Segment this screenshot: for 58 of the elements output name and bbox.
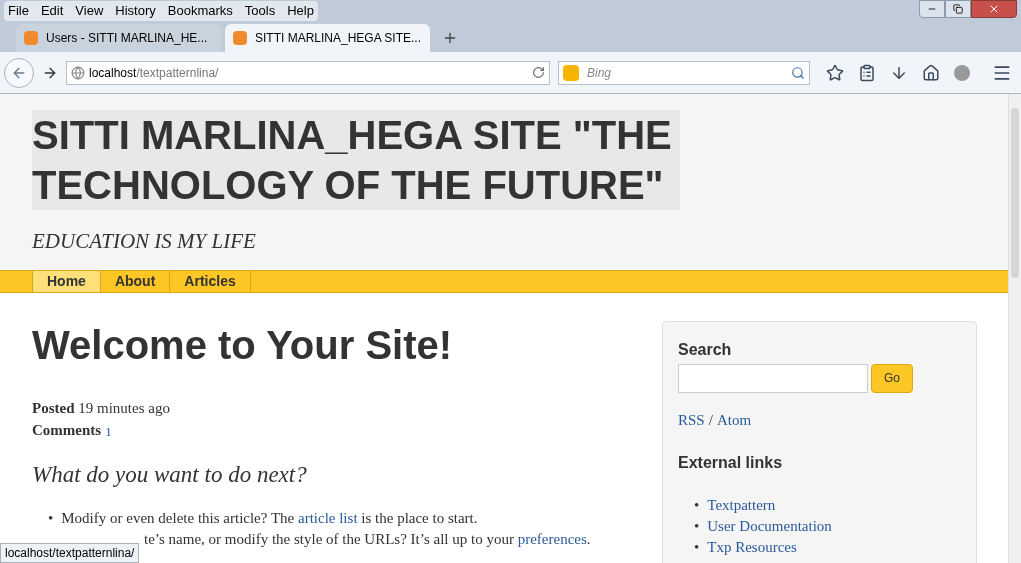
menu-item[interactable]: Help bbox=[287, 1, 314, 21]
new-tab-icon[interactable] bbox=[442, 30, 458, 46]
home-icon[interactable] bbox=[922, 63, 940, 82]
external-link[interactable]: Txp Resources bbox=[707, 537, 797, 558]
scrollbar[interactable] bbox=[1008, 94, 1021, 563]
rss-link[interactable]: RSS bbox=[678, 408, 705, 431]
comments-count-link[interactable]: 1 bbox=[105, 422, 112, 442]
separator-text: / bbox=[708, 410, 713, 430]
menu-item[interactable]: Tools bbox=[244, 1, 276, 21]
inline-link[interactable]: article list bbox=[298, 510, 358, 526]
article-heading: Welcome to Your Site! bbox=[32, 321, 454, 369]
external-link[interactable]: User Documentation bbox=[707, 516, 832, 537]
restore-icon bbox=[953, 4, 963, 14]
bullet-mark: • bbox=[694, 517, 700, 536]
tab-title: Users - SITTI MARLINA_HE... bbox=[46, 30, 208, 47]
menu-item[interactable]: Bookmarks bbox=[167, 1, 233, 21]
browser-tab[interactable]: Users - SITTI MARLINA_HE... bbox=[16, 24, 221, 52]
globe-icon bbox=[71, 65, 85, 80]
search-heading: Search bbox=[678, 339, 733, 360]
menu-item[interactable]: History bbox=[115, 1, 156, 21]
url-text: localhost/textpatternlina/ bbox=[89, 64, 220, 82]
search-field[interactable]: Bing bbox=[558, 60, 810, 85]
nav-link[interactable]: About bbox=[100, 270, 171, 292]
restore-button[interactable] bbox=[945, 0, 971, 18]
bullet-mark: • bbox=[48, 509, 54, 528]
list-item-text: te’s name, or modify the style of the URLs? It’s all up to your preferences. bbox=[144, 530, 591, 549]
close-icon bbox=[988, 3, 1000, 15]
search-icon[interactable] bbox=[791, 65, 805, 80]
clipboard-icon[interactable] bbox=[858, 63, 876, 82]
site-tagline: EDUCATION IS MY LIFE bbox=[32, 228, 257, 255]
list-item-text: Modify or even delete this article? The article list is the place to start. bbox=[61, 509, 478, 528]
go-button[interactable]: Go bbox=[871, 363, 913, 393]
reload-icon[interactable] bbox=[532, 66, 545, 79]
tab-favicon-icon bbox=[233, 31, 247, 45]
address-field[interactable]: localhost/textpatternlina/ bbox=[66, 60, 550, 85]
posted-line: Posted 19 minutes ago bbox=[32, 398, 171, 418]
nav-link[interactable]: Articles bbox=[170, 270, 251, 292]
external-link[interactable]: Textpattern bbox=[707, 495, 776, 516]
bullet-mark: • bbox=[694, 538, 700, 557]
site-title[interactable]: SITTI MARLINA_HEGA SITE "THE TECHNOLOGY OF THE FUTURE" bbox=[32, 110, 680, 210]
comments-label: Comments bbox=[32, 421, 102, 440]
article-subheading: What do you want to do next? bbox=[32, 460, 308, 489]
atom-link[interactable]: Atom bbox=[716, 408, 752, 431]
bookmark-star-icon[interactable] bbox=[826, 63, 844, 82]
inline-link[interactable]: preferences bbox=[517, 531, 587, 547]
tab-title: SITTI MARLINA_HEGA SITE... bbox=[255, 30, 422, 47]
menu-item[interactable]: View bbox=[75, 1, 104, 21]
browser-tab[interactable]: SITTI MARLINA_HEGA SITE... bbox=[225, 24, 430, 52]
menu-item[interactable]: Edit bbox=[40, 1, 64, 21]
status-tooltip: localhost/textpatternlina/ bbox=[0, 543, 140, 563]
tab-favicon-icon bbox=[24, 31, 38, 45]
search-placeholder: Bing bbox=[587, 64, 613, 82]
back-button[interactable] bbox=[4, 57, 34, 88]
nav-link[interactable]: Home bbox=[32, 270, 101, 292]
site-search-input[interactable] bbox=[678, 363, 868, 393]
menu-item[interactable]: File bbox=[8, 1, 29, 21]
bullet-mark: • bbox=[694, 496, 700, 515]
links-heading: External links bbox=[678, 453, 784, 473]
